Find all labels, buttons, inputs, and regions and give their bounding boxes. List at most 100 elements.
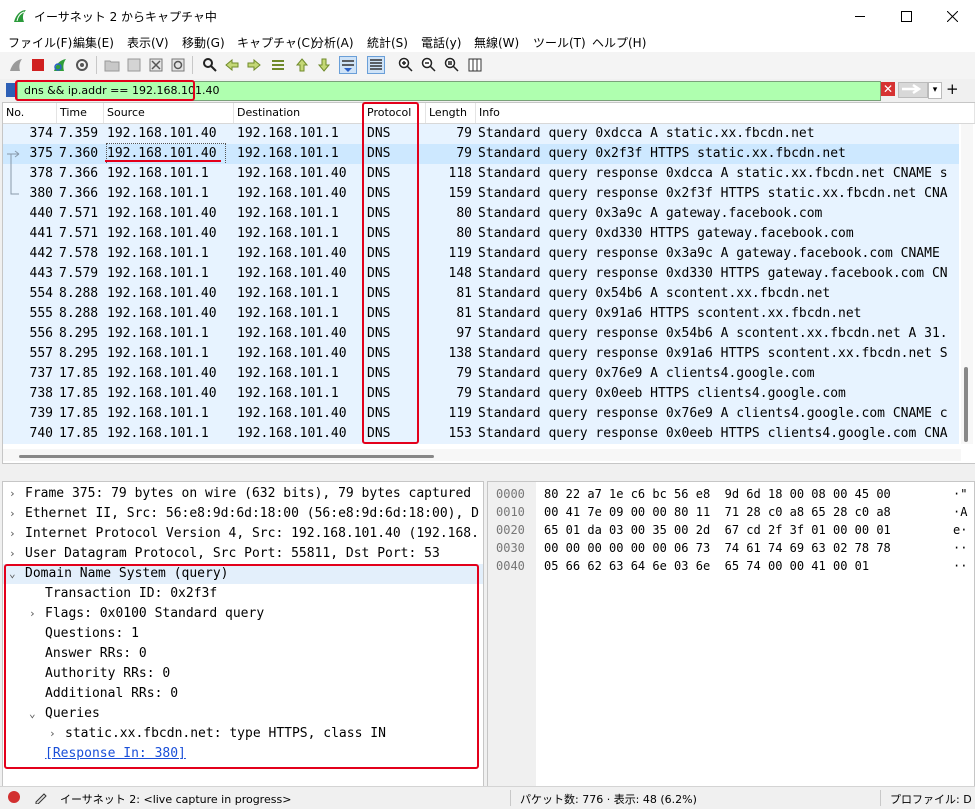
save-icon[interactable] bbox=[126, 57, 142, 73]
scroll-thumb[interactable] bbox=[964, 367, 968, 442]
menu-analyze[interactable]: 分析(A) bbox=[312, 34, 354, 51]
pane-splitter[interactable] bbox=[0, 465, 975, 479]
resize-columns-icon[interactable] bbox=[467, 57, 483, 73]
maximize-button[interactable] bbox=[883, 0, 929, 32]
packet-row[interactable]: 378 7.366 192.168.101.1 192.168.101.40 DNS 11… bbox=[3, 164, 959, 184]
byte-hex[interactable]: 00 41 7e 09 00 00 80 11 71 28 c0 a8 65 2… bbox=[544, 503, 891, 521]
packet-row[interactable]: 440 7.571 192.168.101.40 192.168.101.1 DNS 80… bbox=[3, 204, 959, 224]
colorize-icon[interactable] bbox=[367, 56, 385, 74]
zoom-normal-icon[interactable] bbox=[444, 57, 460, 73]
expanded-arrow-icon[interactable]: ⌄ bbox=[29, 704, 41, 724]
menu-file[interactable]: ファイル(F) bbox=[8, 34, 72, 51]
packet-row[interactable]: 374 7.359 192.168.101.40 192.168.101.1 DNS 79… bbox=[3, 124, 959, 144]
collapsed-arrow-icon[interactable]: › bbox=[9, 484, 21, 504]
packet-row[interactable]: 554 8.288 192.168.101.40 192.168.101.1 DNS 81… bbox=[3, 284, 959, 304]
packet-row[interactable]: 441 7.571 192.168.101.40 192.168.101.1 DNS 80… bbox=[3, 224, 959, 244]
options-gear-icon[interactable] bbox=[74, 57, 90, 73]
apply-filter-button[interactable] bbox=[898, 82, 928, 98]
column-header-length[interactable]: Length bbox=[426, 103, 476, 123]
go-to-packet-icon[interactable] bbox=[270, 57, 286, 73]
edit-comment-icon[interactable] bbox=[34, 790, 48, 804]
zoom-in-icon[interactable] bbox=[398, 57, 414, 73]
packet-row[interactable]: 443 7.579 192.168.101.1 192.168.101.40 DNS 14… bbox=[3, 264, 959, 284]
column-header-time[interactable]: Time bbox=[57, 103, 104, 123]
byte-ascii[interactable]: ·" bbox=[953, 485, 967, 503]
go-first-icon[interactable] bbox=[294, 57, 310, 73]
menu-capture[interactable]: キャプチャ(C) bbox=[237, 34, 315, 51]
menu-telephony[interactable]: 電話(y) bbox=[421, 34, 461, 51]
byte-hex[interactable]: 00 00 00 00 00 00 06 73 74 61 74 69 63 0… bbox=[544, 539, 891, 557]
packet-row[interactable]: 737 17.85 192.168.101.40 192.168.101.1 DNS 79… bbox=[3, 364, 959, 384]
detail-tree-item[interactable]: ⌄ Domain Name System (query) bbox=[3, 564, 483, 584]
detail-tree-item[interactable]: Questions: 1 bbox=[3, 624, 483, 644]
byte-hex[interactable]: 80 22 a7 1e c6 bc 56 e8 9d 6d 18 00 08 0… bbox=[544, 485, 891, 503]
scroll-thumb[interactable] bbox=[19, 455, 434, 458]
packet-row[interactable]: 738 17.85 192.168.101.40 192.168.101.1 DNS 79… bbox=[3, 384, 959, 404]
collapsed-arrow-icon[interactable]: › bbox=[49, 724, 61, 744]
close-file-icon[interactable] bbox=[148, 57, 164, 73]
detail-tree-item[interactable]: Additional RRs: 0 bbox=[3, 684, 483, 704]
byte-hex[interactable]: 05 66 62 63 64 6e 03 6e 65 74 00 00 41 0… bbox=[544, 557, 869, 575]
collapsed-arrow-icon[interactable]: › bbox=[9, 504, 21, 524]
filter-history-dropdown[interactable]: ▾ bbox=[928, 82, 942, 99]
menu-tools[interactable]: ツール(T) bbox=[533, 34, 586, 51]
reload-icon[interactable] bbox=[170, 57, 186, 73]
stop-icon[interactable] bbox=[30, 57, 46, 73]
column-header-protocol[interactable]: Protocol bbox=[364, 103, 426, 123]
clear-filter-button[interactable]: ✕ bbox=[881, 82, 895, 96]
menu-wireless[interactable]: 無線(W) bbox=[474, 34, 519, 51]
byte-ascii[interactable]: ·· bbox=[953, 557, 967, 575]
detail-tree-item[interactable]: › Internet Protocol Version 4, Src: 192.1… bbox=[3, 524, 483, 544]
bookmark-icon[interactable] bbox=[6, 83, 15, 97]
packet-row[interactable]: 555 8.288 192.168.101.40 192.168.101.1 DNS 81… bbox=[3, 304, 959, 324]
autoscroll-icon[interactable] bbox=[339, 56, 357, 74]
menu-help[interactable]: ヘルプ(H) bbox=[592, 34, 646, 51]
find-icon[interactable] bbox=[202, 57, 218, 73]
go-last-icon[interactable] bbox=[316, 57, 332, 73]
detail-tree-item[interactable]: [Response In: 380] bbox=[3, 744, 483, 764]
byte-ascii[interactable]: ·A bbox=[953, 503, 967, 521]
shark-fin-start-icon[interactable] bbox=[8, 57, 24, 73]
packet-row[interactable]: 380 7.366 192.168.101.1 192.168.101.40 DNS 15… bbox=[3, 184, 959, 204]
packet-row[interactable]: 556 8.295 192.168.101.1 192.168.101.40 DNS 97… bbox=[3, 324, 959, 344]
add-filter-button[interactable]: + bbox=[946, 80, 959, 98]
byte-ascii[interactable]: e· bbox=[953, 521, 967, 539]
detail-tree-item[interactable]: ⌄ Queries bbox=[3, 704, 483, 724]
open-folder-icon[interactable] bbox=[104, 57, 120, 73]
detail-tree-item[interactable]: › static.xx.fbcdn.net: type HTTPS, class … bbox=[3, 724, 483, 744]
detail-tree-item[interactable]: › Frame 375: 79 bytes on wire (632 bits),… bbox=[3, 484, 483, 504]
packet-row[interactable]: 740 17.85 192.168.101.1 192.168.101.40 DNS 15… bbox=[3, 424, 959, 444]
detail-tree-item[interactable]: Answer RRs: 0 bbox=[3, 644, 483, 664]
close-button[interactable] bbox=[929, 0, 975, 32]
column-header-source[interactable]: Source bbox=[104, 103, 234, 123]
column-header-no[interactable]: No. bbox=[3, 103, 57, 123]
restart-icon[interactable] bbox=[52, 57, 68, 73]
collapsed-arrow-icon[interactable]: › bbox=[29, 604, 41, 624]
menu-view[interactable]: 表示(V) bbox=[127, 34, 169, 51]
go-back-icon[interactable] bbox=[224, 57, 240, 73]
detail-tree-item[interactable]: Transaction ID: 0x2f3f bbox=[3, 584, 483, 604]
display-filter-input[interactable]: dns && ip.addr == 192.168.101.40 bbox=[17, 81, 881, 101]
collapsed-arrow-icon[interactable]: › bbox=[9, 544, 21, 564]
detail-tree-item[interactable]: › Flags: 0x0100 Standard query bbox=[3, 604, 483, 624]
detail-tree-item[interactable]: › Ethernet II, Src: 56:e8:9d:6d:18:00 (56… bbox=[3, 504, 483, 524]
minimize-button[interactable] bbox=[837, 0, 883, 32]
packet-list-vertical-scrollbar[interactable] bbox=[961, 124, 973, 444]
byte-ascii[interactable]: ·· bbox=[953, 539, 967, 557]
response-in-link[interactable]: [Response In: 380] bbox=[45, 744, 186, 764]
menu-go[interactable]: 移動(G) bbox=[182, 34, 225, 51]
menu-edit[interactable]: 編集(E) bbox=[73, 34, 114, 51]
profile-status[interactable]: プロファイル: D bbox=[890, 791, 972, 807]
go-forward-icon[interactable] bbox=[246, 57, 262, 73]
packet-row[interactable]: 739 17.85 192.168.101.1 192.168.101.40 DNS 11… bbox=[3, 404, 959, 424]
expanded-arrow-icon[interactable]: ⌄ bbox=[9, 564, 21, 584]
menu-statistics[interactable]: 統計(S) bbox=[367, 34, 408, 51]
zoom-out-icon[interactable] bbox=[421, 57, 437, 73]
column-header-info[interactable]: Info bbox=[476, 103, 975, 123]
packet-row[interactable]: 442 7.578 192.168.101.1 192.168.101.40 DNS 11… bbox=[3, 244, 959, 264]
column-header-destination[interactable]: Destination bbox=[234, 103, 364, 123]
packet-list-horizontal-scrollbar[interactable] bbox=[3, 449, 961, 461]
byte-hex[interactable]: 65 01 da 03 00 35 00 2d 67 cd 2f 3f 01 0… bbox=[544, 521, 891, 539]
expert-info-icon[interactable] bbox=[8, 791, 20, 803]
detail-tree-item[interactable]: › User Datagram Protocol, Src Port: 55811… bbox=[3, 544, 483, 564]
